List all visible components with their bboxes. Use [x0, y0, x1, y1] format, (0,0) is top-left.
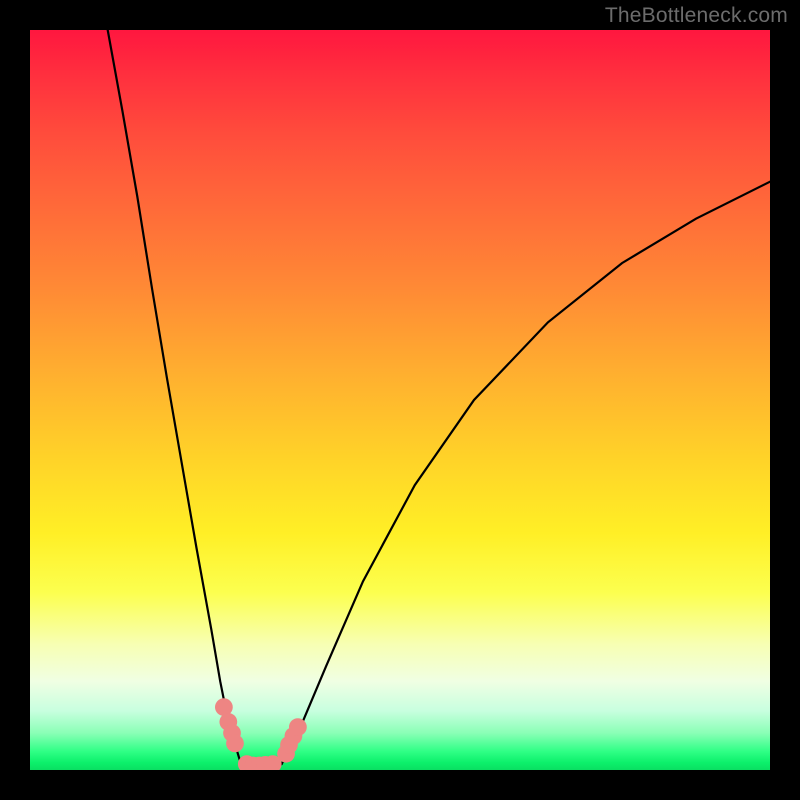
curve-right-branch: [282, 182, 770, 764]
data-marker: [215, 698, 233, 716]
curve-left-branch: [108, 30, 242, 765]
data-marker: [223, 724, 241, 742]
data-marker: [264, 755, 282, 770]
data-marker: [226, 734, 244, 752]
data-marker: [219, 713, 237, 731]
data-marker: [289, 718, 307, 736]
chart-stage: TheBottleneck.com: [0, 0, 800, 800]
curve-trough: [242, 764, 282, 768]
chart-svg: [30, 30, 770, 770]
data-marker: [285, 727, 303, 745]
data-marker: [251, 757, 269, 770]
data-marker: [245, 757, 263, 770]
data-marker: [280, 736, 298, 754]
marker-layer: [215, 698, 307, 770]
data-marker: [256, 756, 274, 770]
data-marker: [277, 745, 295, 763]
watermark-text: TheBottleneck.com: [605, 4, 788, 28]
plot-area: [30, 30, 770, 770]
curve-layer: [108, 30, 770, 768]
data-marker: [238, 755, 256, 770]
